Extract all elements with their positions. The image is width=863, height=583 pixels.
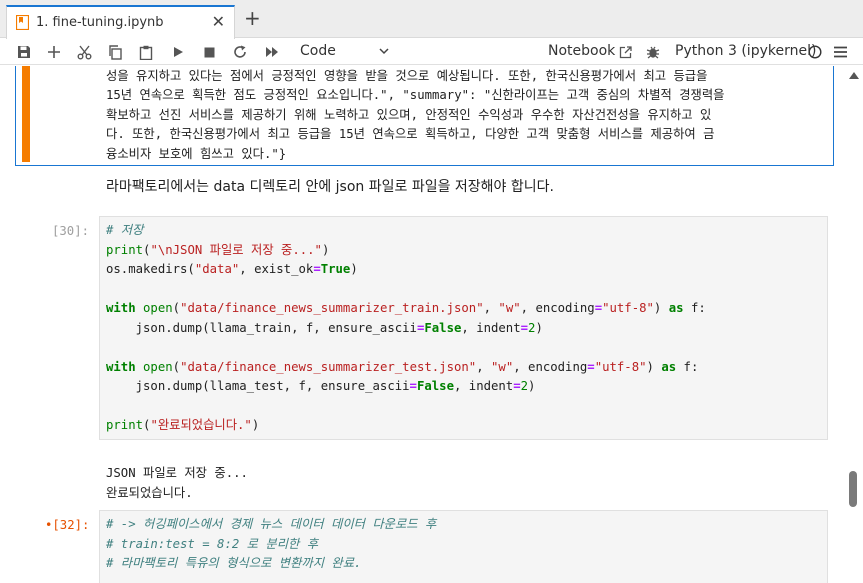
tab-bar: 1. fine-tuning.ipynb ✕ + [0,0,863,39]
code-line: with open("data/finance_news_summarizer_… [106,359,699,374]
notebook-file-icon [16,15,29,30]
add-cell-icon[interactable] [45,39,63,65]
code-cell-editor[interactable]: # 저장 print("\nJSON 파일로 저장 중...") os.makedi… [99,216,828,440]
scroll-up-arrow-icon[interactable] [849,72,859,79]
output-line: 성을 유지하고 있다는 점에서 긍정적인 영향을 받을 것으로 예상됩니다. 또… [106,69,708,83]
stream-line: JSON 파일로 저장 중... [106,466,248,480]
run-all-icon[interactable] [262,39,282,65]
scroll-thumb[interactable] [849,471,857,507]
copy-icon[interactable] [106,39,124,65]
code-line: print("\nJSON 파일로 저장 중...") [106,242,330,257]
paste-icon[interactable] [137,39,155,65]
output-line: 융소비자 보호에 힘쓰고 있다."} [106,146,287,161]
cell-prompt-modified: •[32]: [45,518,90,532]
code-text[interactable]: # 저장 print("\nJSON 파일로 저장 중...") os.makedi… [106,221,706,436]
code-text[interactable]: # -> 허깅페이스에서 경제 뉴스 데이터 데이터 다운로드 후 # train… [106,515,436,574]
notebook-tab[interactable]: 1. fine-tuning.ipynb ✕ [6,5,235,39]
notebook-label[interactable]: Notebook [548,43,615,59]
stream-line: 완료되었습니다. [106,485,193,500]
code-cell-editor[interactable]: # -> 허깅페이스에서 경제 뉴스 데이터 데이터 다운로드 후 # train… [99,510,828,583]
code-line: # -> 허깅페이스에서 경제 뉴스 데이터 데이터 다운로드 후 [106,517,437,531]
debugger-icon[interactable] [645,39,661,65]
cell-output-text: 성을 유지하고 있다는 점에서 긍정적인 영향을 받을 것으로 예상됩니다. 또… [106,67,828,164]
output-line: 다. 또한, 한국신용평가에서 최고 등급을 15년 연속으로 획득하고, 다양… [106,127,715,142]
markdown-cell[interactable]: 라마팩토리에서는 data 디렉토리 안에 json 파일로 파일을 저장해야 … [106,176,554,196]
notebook-panel[interactable]: 성을 유지하고 있다는 점에서 긍정적인 영향을 받을 것으로 예상됩니다. 또… [0,66,845,583]
cell-type-select[interactable]: Code [300,43,336,59]
output-line: 15년 연속으로 획득한 점도 긍정적인 요소입니다.", "summary":… [106,88,725,103]
tab-title: 1. fine-tuning.ipynb [36,15,164,30]
code-line: # 저장 [106,223,144,237]
cut-icon[interactable] [75,39,93,65]
code-line: # 라마팩토리 특유의 형식으로 변환까지 완료. [106,556,362,570]
run-icon[interactable] [169,39,187,65]
code-line: json.dump(llama_test, f, ensure_ascii=Fa… [106,379,536,393]
output-line: 확보하고 선진 서비스를 제공하기 위해 노력하고 있으며, 안정적인 수익성과… [106,107,712,122]
code-line: json.dump(llama_train, f, ensure_ascii=F… [106,320,543,335]
vertical-scrollbar[interactable] [845,66,863,583]
menu-icon[interactable] [832,39,848,65]
save-icon[interactable] [15,39,33,65]
notebook-toolbar: Code Notebook Python 3 (ipykernel) [0,39,863,65]
chevron-down-icon[interactable] [378,45,390,57]
cell-stream-output: JSON 파일로 저장 중... 완료되었습니다. [106,464,248,503]
new-tab-button[interactable]: + [244,8,261,28]
cell-prompt: [30]: [52,224,90,238]
code-line: print("완료되었습니다.") [106,418,260,432]
code-line: # train:test = 8:2 로 분리한 후 [106,536,319,551]
open-external-icon[interactable] [617,39,633,65]
tab-close-icon[interactable]: ✕ [212,12,225,31]
restart-icon[interactable] [231,39,249,65]
code-line: with open("data/finance_news_summarizer_… [106,301,706,315]
active-cell-indicator [22,66,30,162]
kernel-idle-icon [807,39,823,65]
code-line: os.makedirs("data", exist_ok=True) [106,262,358,276]
kernel-name[interactable]: Python 3 (ipykernel) [675,43,816,59]
selected-cell[interactable]: 성을 유지하고 있다는 점에서 긍정적인 영향을 받을 것으로 예상됩니다. 또… [15,66,834,166]
stop-icon[interactable] [200,39,218,65]
